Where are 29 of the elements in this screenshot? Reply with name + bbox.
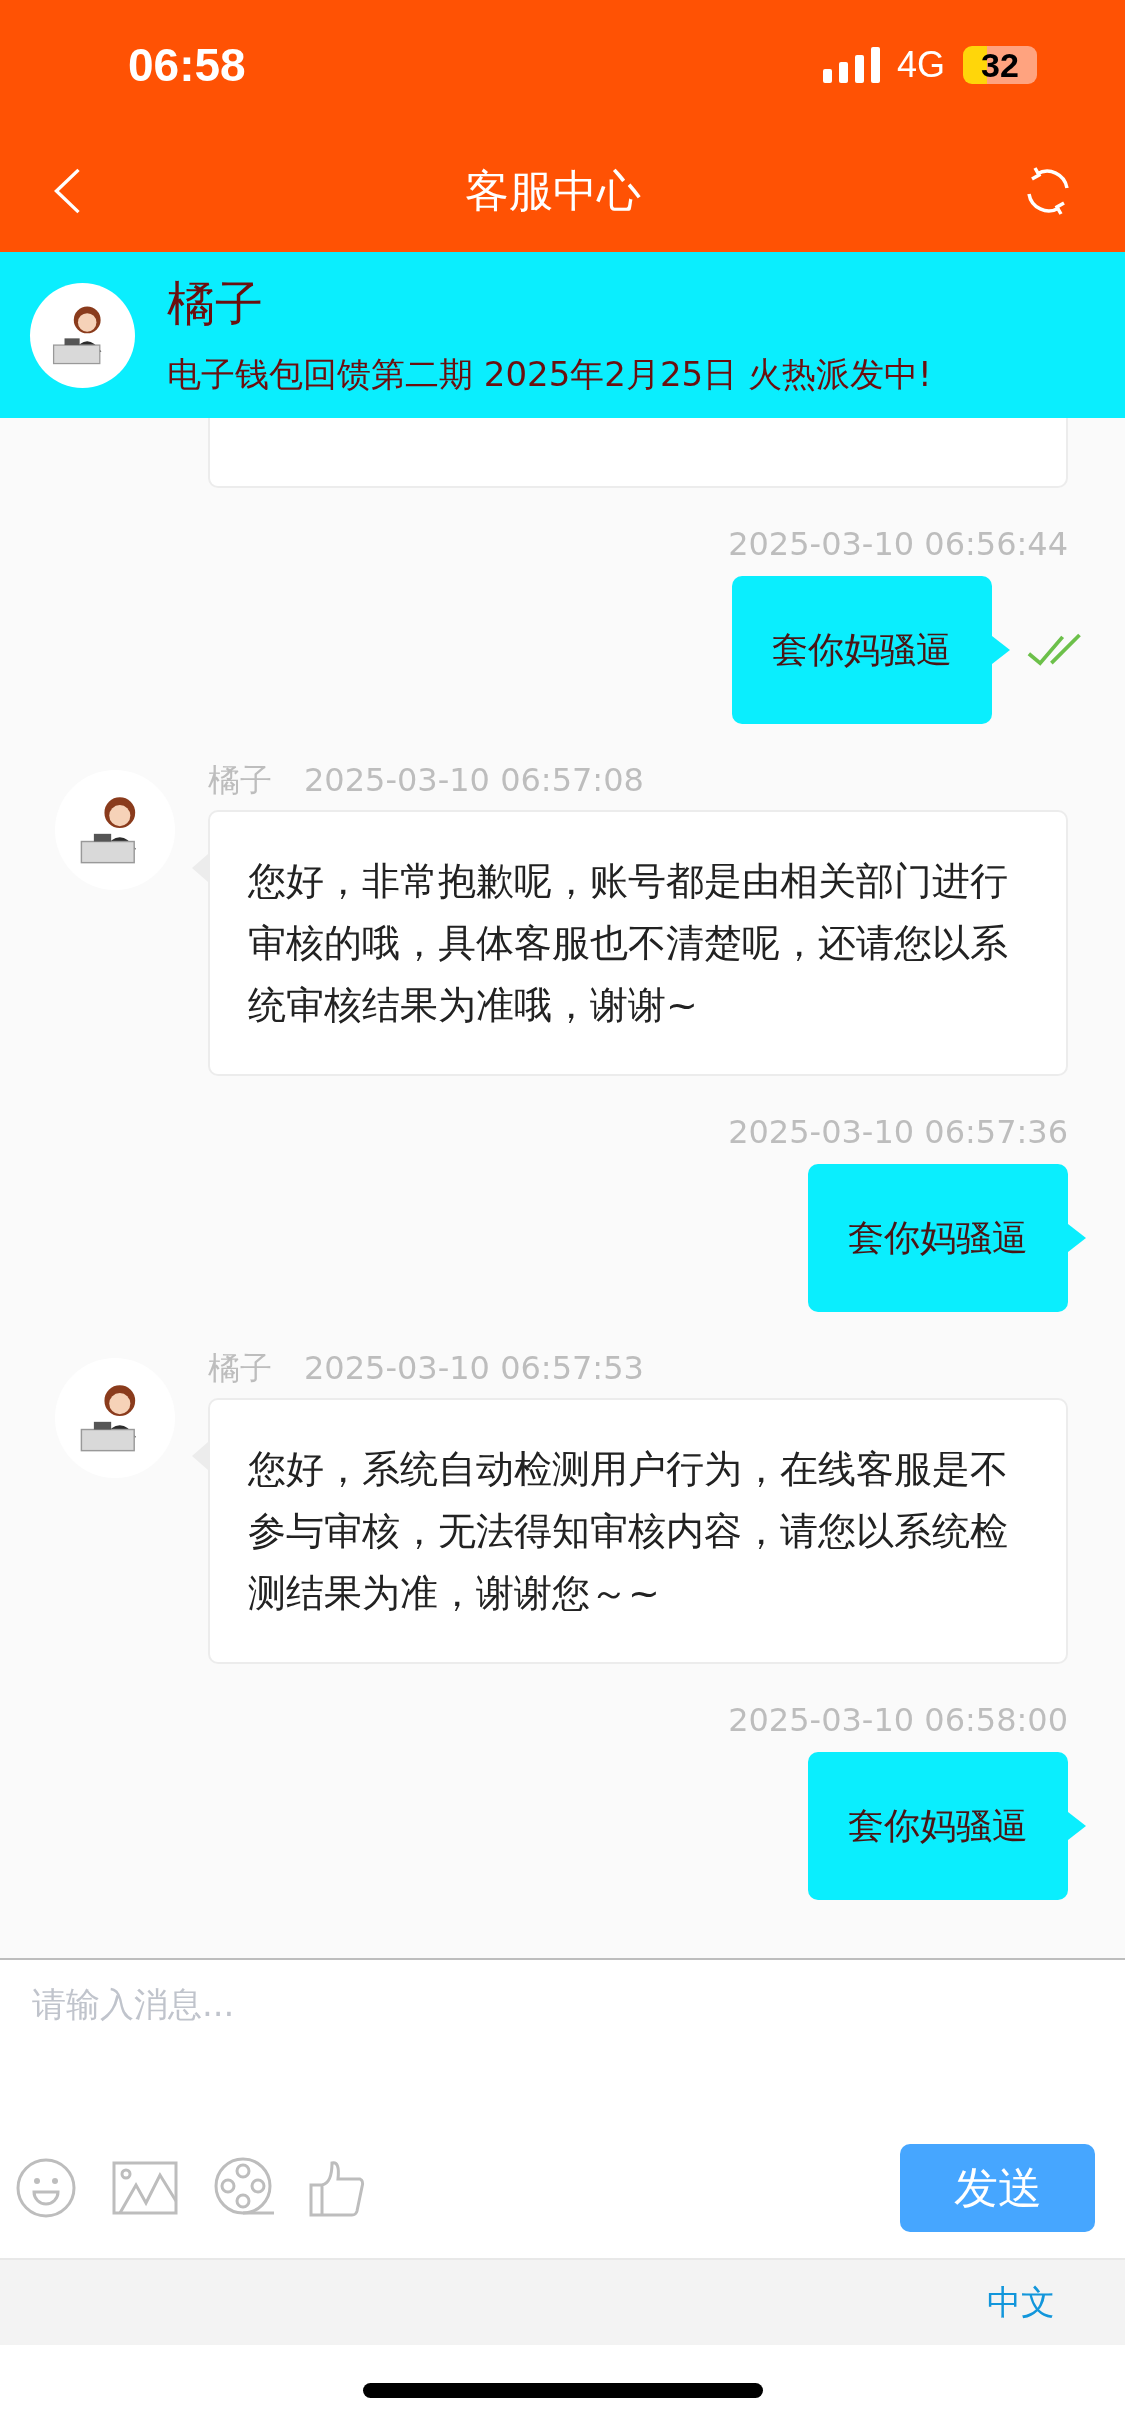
bubble-tail [1068, 1224, 1086, 1252]
agent-name: 橘子 [167, 279, 264, 327]
thumbs-up-icon[interactable] [308, 2159, 366, 2217]
message-timestamp: 2025-03-10 06:57:08 [304, 764, 644, 796]
network-label: 4G [896, 43, 945, 87]
back-icon[interactable] [52, 167, 82, 215]
send-button[interactable]: 发送 [900, 2144, 1095, 2232]
message-timestamp: 2025-03-10 06:57:53 [304, 1352, 644, 1384]
page-title: 客服中心 [464, 164, 641, 218]
received-message-bubble: 您好，非常抱歉呢，账号都是由相关部门进行审核的哦，具体客服也不清楚呢，还请您以系统审核结果为准哦，谢谢~ [208, 810, 1068, 1076]
notice-text: 电子钱包回馈第二期 2025年2月25日 火热派发中! [167, 357, 932, 391]
message-input[interactable]: 请输入消息... [0, 1958, 1125, 2118]
message-timestamp: 2025-03-10 06:57:36 [728, 1116, 1068, 1148]
bubble-tail [992, 636, 1010, 664]
signal-icon [822, 47, 881, 83]
bubble-tail [1068, 1812, 1086, 1840]
image-icon[interactable] [112, 2161, 178, 2215]
sent-message-bubble: 套你妈骚逼 [808, 1752, 1068, 1900]
language-label[interactable]: 中文 [987, 2277, 1055, 2328]
battery-indicator: 32 [963, 46, 1037, 84]
received-message-bubble: 您好，系统自动检测用户行为，在线客服是不参与审核，无法得知审核内容，请您以系统检测结果为准，谢谢您～~ [208, 1398, 1068, 1664]
emoji-icon[interactable] [16, 2158, 76, 2218]
sender-name: 橘子 [208, 1352, 272, 1384]
message-timestamp: 2025-03-10 06:56:44 [728, 528, 1068, 560]
status-time: 06:58 [128, 37, 246, 93]
message-timestamp: 2025-03-10 06:58:00 [728, 1704, 1068, 1736]
sender-name: 橘子 [208, 764, 272, 796]
sent-message-bubble: 套你妈骚逼 [732, 576, 992, 724]
sent-message-bubble: 套你妈骚逼 [808, 1164, 1068, 1312]
